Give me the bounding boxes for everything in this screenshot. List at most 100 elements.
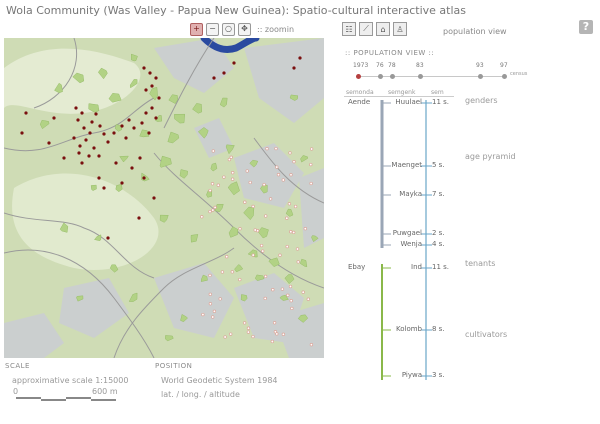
pan-icon[interactable]: ✥ bbox=[238, 22, 251, 36]
semgenk-mayka[interactable]: Mayka bbox=[399, 190, 422, 198]
house-marker bbox=[102, 186, 106, 190]
category-age-pyramid[interactable]: age pyramid bbox=[465, 152, 516, 161]
settlement-marker bbox=[292, 160, 296, 164]
settlement-marker bbox=[229, 332, 233, 336]
settlement-marker bbox=[231, 171, 235, 175]
census-year-97[interactable]: 97 bbox=[500, 62, 508, 69]
map-canvas[interactable] bbox=[4, 38, 324, 358]
settlement-marker bbox=[248, 180, 252, 185]
category-tenants[interactable]: tenants bbox=[465, 259, 495, 268]
settlement-marker bbox=[268, 197, 273, 201]
list-view-icon[interactable]: ☷ bbox=[342, 22, 356, 36]
settlement-marker bbox=[251, 334, 255, 339]
semonda-ebay[interactable]: Ebay bbox=[348, 263, 365, 271]
house-marker bbox=[88, 131, 92, 135]
house-marker bbox=[87, 154, 91, 158]
scale-heading: SCALE bbox=[5, 362, 30, 370]
house-marker bbox=[147, 131, 151, 135]
census-year-78[interactable]: 78 bbox=[388, 62, 396, 69]
settlement-marker bbox=[290, 306, 294, 311]
census-marker-76[interactable] bbox=[378, 74, 383, 79]
semgenk-wenja[interactable]: Wenja bbox=[401, 240, 423, 248]
house-view-icon[interactable]: ⌂ bbox=[376, 22, 390, 36]
settlement-marker bbox=[245, 169, 249, 173]
semgenk-kolomb[interactable]: Kolomb bbox=[396, 325, 422, 333]
settlement-marker bbox=[229, 155, 233, 159]
house-marker bbox=[97, 176, 101, 180]
settlement-marker bbox=[261, 249, 265, 253]
census-marker-93[interactable] bbox=[478, 74, 483, 79]
house-marker bbox=[120, 181, 124, 185]
zoom-reset-icon[interactable]: ○ bbox=[222, 22, 235, 36]
census-marker-78[interactable] bbox=[390, 74, 395, 79]
settlement-marker bbox=[289, 299, 293, 303]
census-year-1973[interactable]: 1973 bbox=[353, 62, 368, 69]
semgenk-ind[interactable]: Ind bbox=[411, 263, 422, 271]
census-label: census bbox=[510, 71, 528, 77]
semgenk-huulael[interactable]: Huulael bbox=[395, 98, 422, 106]
house-marker bbox=[127, 118, 131, 122]
settlement-marker bbox=[263, 296, 267, 301]
house-marker bbox=[80, 111, 84, 115]
settlement-marker bbox=[264, 214, 268, 218]
settlement-marker bbox=[309, 181, 313, 186]
house-marker bbox=[20, 131, 24, 135]
population-view-icon[interactable]: ♙ bbox=[393, 22, 407, 36]
settlement-marker bbox=[309, 162, 313, 167]
settlement-marker bbox=[274, 146, 278, 151]
sem-count: 11 s. bbox=[432, 98, 450, 106]
chart-view-icon[interactable]: ⟋ bbox=[359, 22, 373, 36]
semonda-aende[interactable]: Aende bbox=[348, 98, 370, 106]
census-year-93[interactable]: 93 bbox=[476, 62, 484, 69]
population-tree-lines bbox=[380, 100, 432, 380]
settlement-marker bbox=[263, 274, 268, 279]
house-marker bbox=[157, 96, 161, 100]
settlement-marker bbox=[309, 343, 314, 347]
category-cultivators[interactable]: cultivators bbox=[465, 330, 507, 339]
settlement-marker bbox=[288, 284, 293, 289]
help-button[interactable]: ? bbox=[579, 20, 593, 34]
settlement-marker bbox=[281, 178, 285, 182]
semgenk-puwgael[interactable]: Puwgael bbox=[393, 229, 422, 237]
census-year-83[interactable]: 83 bbox=[416, 62, 424, 69]
settlement-marker bbox=[208, 302, 213, 306]
sem-count: 7 s. bbox=[432, 190, 445, 198]
settlement-marker bbox=[225, 255, 229, 259]
house-marker bbox=[138, 156, 142, 160]
settlement-marker bbox=[211, 315, 215, 319]
zoom-toolbar: + − ○ ✥ :: zoomin bbox=[190, 22, 294, 36]
settlement-marker bbox=[281, 332, 286, 336]
house-marker bbox=[97, 154, 101, 158]
house-marker bbox=[77, 151, 81, 155]
settlement-marker bbox=[222, 175, 226, 179]
scale-text: approximative scale 1:15000 bbox=[12, 376, 129, 385]
settlement-marker bbox=[293, 204, 298, 209]
house-marker bbox=[144, 88, 148, 92]
house-marker bbox=[120, 124, 124, 128]
map-svg[interactable] bbox=[4, 38, 324, 358]
zoom-in-icon[interactable]: + bbox=[190, 22, 203, 36]
census-marker-97[interactable] bbox=[502, 74, 507, 79]
census-marker-1973[interactable] bbox=[356, 74, 361, 79]
settlement-marker bbox=[289, 173, 293, 177]
house-marker bbox=[232, 61, 236, 65]
house-marker bbox=[298, 56, 302, 60]
view-toolbar: ☷ ⟋ ⌂ ♙ bbox=[342, 22, 407, 36]
house-marker bbox=[212, 76, 216, 80]
semgenk-maenget[interactable]: Maenget bbox=[391, 161, 422, 169]
settlement-marker bbox=[211, 208, 215, 212]
settlement-marker bbox=[251, 204, 255, 209]
census-marker-83[interactable] bbox=[418, 74, 423, 79]
house-marker bbox=[24, 111, 28, 115]
house-marker bbox=[152, 196, 156, 200]
semgenk-piywa[interactable]: Piywa bbox=[402, 371, 422, 379]
settlement-marker bbox=[218, 297, 222, 301]
house-marker bbox=[98, 124, 102, 128]
scale-max-label: 600 m bbox=[92, 387, 118, 396]
house-marker bbox=[150, 84, 154, 88]
zoom-out-icon[interactable]: − bbox=[206, 22, 219, 36]
settlement-marker bbox=[287, 202, 292, 206]
category-genders[interactable]: genders bbox=[465, 96, 498, 105]
census-year-76[interactable]: 76 bbox=[376, 62, 384, 69]
settlement-marker bbox=[253, 228, 257, 232]
